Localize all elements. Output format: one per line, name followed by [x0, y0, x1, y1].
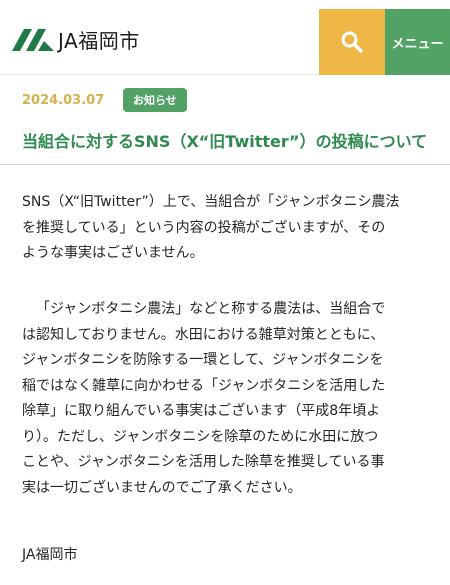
paragraph-line: 「ジャンボタニシ農法」などと称する農法は、当組合で — [36, 301, 386, 317]
paragraph-line: ような事実はございません。 — [22, 245, 204, 261]
paragraph-line: ジャンボタニシを防除する一環として、ジャンボタニシを — [22, 352, 384, 368]
site-logo[interactable]: JA福岡市 — [10, 24, 140, 54]
search-icon — [341, 31, 363, 53]
paragraph-line: SNS（X“旧Twitter”）上で、当組合が「ジャンボタニシ農法 — [22, 194, 400, 210]
paragraph-line: 除草」に取り組んでいる事実はございます（平成8年頃よ — [22, 403, 381, 419]
menu-button[interactable]: メニュー — [385, 9, 450, 75]
article-paragraph-1: SNS（X“旧Twitter”）上で、当組合が「ジャンボタニシ農法 を推奨してい… — [22, 190, 432, 267]
title-divider — [0, 164, 450, 165]
site-header: JA福岡市 メニュー — [0, 0, 450, 75]
category-badge[interactable]: お知らせ — [123, 88, 187, 112]
paragraph-line: は認知しておりません。水田における雑草対策とともに、 — [22, 326, 385, 343]
paragraph-line: を推奨している」という内容の投稿がございますが、その — [22, 219, 386, 236]
logo-text: JA福岡市 — [58, 28, 140, 53]
paragraph-line: 実は一切ございませんのでご了承ください。 — [22, 479, 302, 496]
article-title: 当組合に対するSNS（X“旧Twitter”）の投稿について — [22, 132, 428, 151]
paragraph-line: り）。ただし、ジャンボタニシを除草のために水田に放つ — [22, 428, 379, 445]
paragraph-line: ことや、ジャンボタニシを活用した除草を推奨している事 — [22, 454, 385, 470]
search-button[interactable] — [319, 9, 385, 75]
paragraph-line: 稲ではなく雑草に向かわせる「ジャンボタニシを活用した — [22, 377, 386, 394]
article-signature: JA福岡市 — [22, 547, 78, 563]
article-paragraph-2: 「ジャンボタニシ農法」などと称する農法は、当組合で は認知しておりません。水田に… — [22, 297, 432, 501]
article-meta: 2024.03.07 お知らせ — [22, 88, 187, 112]
ja-logo-icon — [12, 29, 54, 51]
article-date: 2024.03.07 — [22, 92, 105, 108]
